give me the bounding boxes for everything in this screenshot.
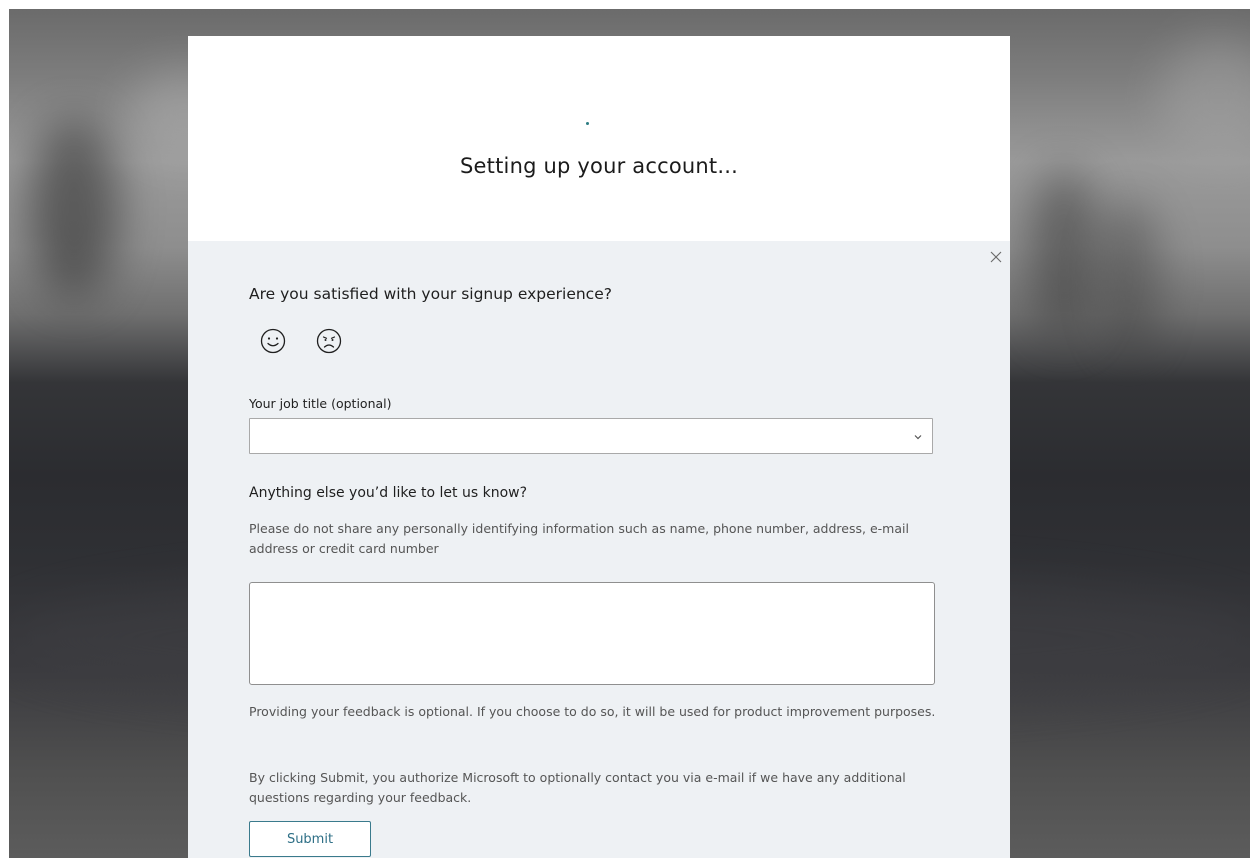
smiley-happy-icon[interactable] — [258, 326, 288, 356]
feedback-panel: Are you satisfied with your signup exper… — [188, 241, 1010, 858]
background-blur-shape — [1159, 39, 1250, 159]
background-blur-shape — [1099, 199, 1159, 359]
job-title-dropdown[interactable] — [249, 418, 933, 454]
anything-else-title: Anything else you’d like to let us know? — [249, 485, 528, 501]
close-icon[interactable] — [988, 249, 1004, 265]
setup-progress-area: Setting up your account... — [188, 36, 1010, 241]
feedback-comments-field[interactable] — [249, 582, 935, 685]
optional-feedback-note: Providing your feedback is optional. If … — [249, 704, 936, 719]
background-blur-shape — [29, 119, 119, 299]
smiley-sad-icon[interactable] — [314, 326, 344, 356]
background-blur-shape — [1029, 169, 1099, 339]
submit-button[interactable]: Submit — [249, 821, 371, 857]
authorize-contact-note: By clicking Submit, you authorize Micros… — [249, 770, 906, 805]
chevron-down-icon — [914, 435, 922, 440]
job-title-label: Your job title (optional) — [249, 396, 392, 411]
satisfaction-question: Are you satisfied with your signup exper… — [249, 285, 612, 303]
page-title: Setting up your account... — [460, 154, 738, 178]
privacy-note: Please do not share any personally ident… — [249, 521, 909, 556]
account-setup-dialog: Setting up your account... Are you satis… — [188, 36, 1010, 858]
loading-indicator — [586, 122, 589, 125]
